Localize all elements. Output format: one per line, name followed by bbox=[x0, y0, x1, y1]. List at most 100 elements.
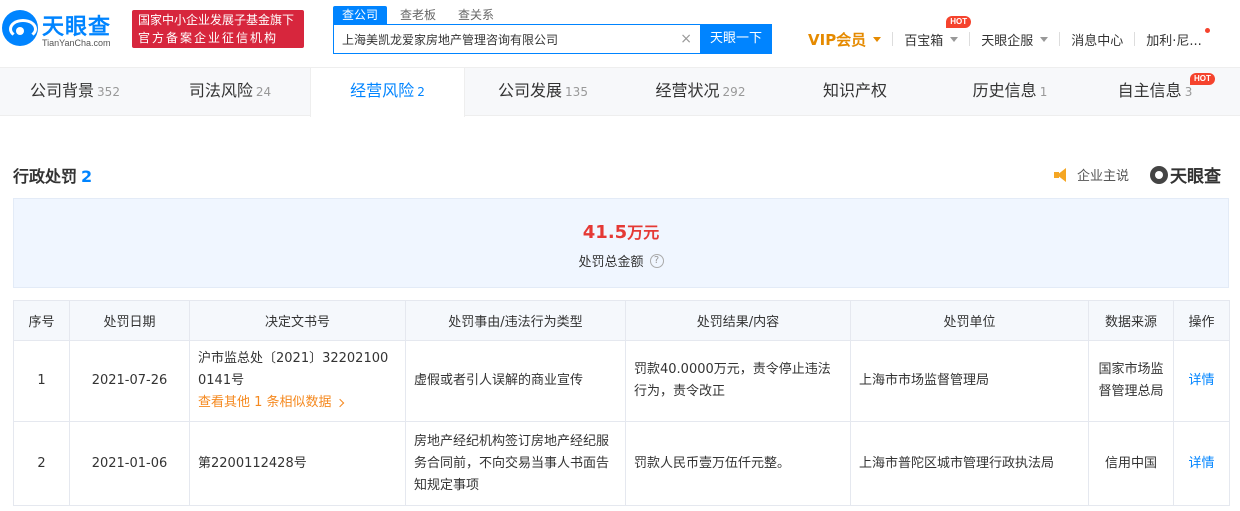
top-nav: VIP会员 百宝箱 HOT 天眼企服 消息中心 加利·尼... bbox=[808, 15, 1210, 50]
tab-operating-status[interactable]: 经营状况 292 bbox=[623, 68, 778, 115]
logo-text: 天眼查 bbox=[42, 15, 112, 40]
section-count: 2 bbox=[81, 167, 93, 186]
search-box: × bbox=[333, 24, 700, 54]
cell-source: 国家市场监督管理总局 bbox=[1088, 340, 1174, 422]
user-name: 加利·尼... bbox=[1146, 33, 1202, 49]
gov-badge: 国家中小企业发展子基金旗下 官方备案企业征信机构 bbox=[132, 10, 304, 48]
user-menu[interactable]: 加利·尼... bbox=[1146, 27, 1210, 49]
cell-result: 罚款40.0000万元，责令停止违法行为，责令改正 bbox=[625, 340, 851, 422]
gov-badge-line2: 官方备案企业征信机构 bbox=[138, 31, 279, 45]
similar-data-label: 查看其他 1 条相似数据 bbox=[198, 395, 332, 410]
enterprise-say-label: 企业主说 bbox=[1077, 169, 1130, 184]
cell-date: 2021-07-26 bbox=[69, 340, 190, 422]
tab-operating-risk[interactable]: 经营风险 2 bbox=[310, 68, 465, 117]
cell-date: 2021-01-06 bbox=[69, 421, 190, 506]
summary-label-text: 处罚总金额 bbox=[578, 255, 644, 270]
nav-divider bbox=[1059, 32, 1061, 46]
vip-label: VIP会员 bbox=[808, 30, 867, 49]
penalty-total-amount: 41.5万元 bbox=[14, 219, 1228, 243]
category-tabs: 公司背景 352 司法风险 24 经营风险 2 公司发展 135 经营状况 292 知识产… bbox=[0, 67, 1240, 117]
search-tab-relation[interactable]: 查关系 bbox=[449, 6, 503, 24]
tab-count: 1 bbox=[1039, 85, 1048, 99]
similar-data-link[interactable]: 查看其他 1 条相似数据 bbox=[198, 392, 344, 414]
watermark-text: 天眼查 bbox=[1170, 167, 1221, 187]
tab-company-background[interactable]: 公司背景 352 bbox=[0, 68, 150, 115]
tab-self-info[interactable]: 自主信息 3 HOT bbox=[1080, 68, 1230, 115]
col-header-source: 数据来源 bbox=[1088, 300, 1174, 341]
table-header-row: 序号 处罚日期 决定文书号 处罚事由/违法行为类型 处罚结果/内容 处罚单位 数… bbox=[13, 300, 1230, 341]
tab-label: 知识产权 bbox=[822, 81, 887, 100]
col-header-authority: 处罚单位 bbox=[850, 300, 1089, 341]
tab-company-development[interactable]: 公司发展 135 bbox=[468, 68, 618, 115]
eye-logo-icon bbox=[2, 10, 38, 46]
penalty-table: 序号 处罚日期 决定文书号 处罚事由/违法行为类型 处罚结果/内容 处罚单位 数… bbox=[13, 300, 1230, 506]
help-icon[interactable]: ? bbox=[649, 253, 664, 268]
chevron-down-icon bbox=[950, 36, 959, 42]
amount-value: 41.5 bbox=[582, 222, 628, 243]
penalty-summary: 41.5万元 处罚总金额 ? bbox=[13, 198, 1229, 288]
clear-icon[interactable]: × bbox=[680, 31, 692, 47]
enterprise-service-menu[interactable]: 天眼企服 bbox=[981, 30, 1049, 49]
tianyancha-logo[interactable]: 天眼查 TianYanCha.com bbox=[2, 7, 126, 51]
logo-subtext: TianYanCha.com bbox=[42, 38, 111, 48]
tab-intellectual-property[interactable]: 知识产权 bbox=[780, 68, 930, 115]
cell-doc: 第2200112428号 bbox=[189, 421, 406, 506]
cell-source: 信用中国 bbox=[1088, 421, 1174, 506]
toolbox-label: 百宝箱 bbox=[904, 33, 944, 49]
tab-count: 24 bbox=[255, 85, 272, 99]
gov-badge-line1: 国家中小企业发展子基金旗下 bbox=[138, 13, 295, 27]
tab-count: 3 bbox=[1184, 85, 1193, 99]
tab-history[interactable]: 历史信息 1 bbox=[935, 68, 1085, 115]
search-tab-company[interactable]: 查公司 bbox=[333, 6, 388, 24]
table-row: 2 2021-01-06 第2200112428号 房地产经纪机构签订房地产经纪… bbox=[13, 421, 1230, 506]
hot-badge: HOT bbox=[946, 15, 972, 28]
doc-number-line1: 第2200112428号 bbox=[198, 455, 307, 471]
cell-authority: 上海市普陀区城市管理行政执法局 bbox=[850, 421, 1089, 506]
search-input[interactable] bbox=[334, 25, 674, 53]
col-header-reason: 处罚事由/违法行为类型 bbox=[405, 300, 626, 341]
doc-number-line1: 沪市监总处〔2021〕32202100 bbox=[198, 351, 389, 366]
chevron-down-icon bbox=[873, 36, 882, 42]
tab-count: 292 bbox=[722, 85, 746, 99]
section-title: 行政处罚 2 bbox=[13, 163, 92, 187]
tab-label: 自主信息 bbox=[1117, 81, 1182, 100]
enterprise-service-label: 天眼企服 bbox=[981, 33, 1034, 49]
section-title-text: 行政处罚 bbox=[13, 167, 78, 186]
cell-reason: 虚假或者引人误解的商业宣传 bbox=[405, 340, 626, 422]
col-header-result: 处罚结果/内容 bbox=[625, 300, 851, 341]
toolbox-menu[interactable]: 百宝箱 HOT bbox=[904, 15, 972, 49]
col-header-action: 操作 bbox=[1173, 300, 1230, 341]
nav-divider bbox=[969, 32, 971, 46]
enterprise-say-link[interactable]: 企业主说 bbox=[1054, 165, 1129, 184]
details-link[interactable]: 详情 bbox=[1188, 456, 1214, 471]
tab-judicial-risk[interactable]: 司法风险 24 bbox=[155, 68, 305, 115]
table-row: 1 2021-07-26 沪市监总处〔2021〕32202100 0141号 查… bbox=[13, 340, 1230, 422]
tab-count: 135 bbox=[565, 85, 588, 99]
amount-unit: 万元 bbox=[627, 223, 660, 242]
notification-dot bbox=[1204, 27, 1210, 33]
search-type-tabs: 查公司 查老板 查关系 bbox=[333, 6, 507, 24]
hot-badge: HOT bbox=[1190, 73, 1215, 85]
eye-logo-icon bbox=[1150, 165, 1168, 184]
cell-no: 1 bbox=[13, 340, 70, 422]
penalty-total-label: 处罚总金额 ? bbox=[578, 251, 664, 270]
search-tab-boss[interactable]: 查老板 bbox=[391, 6, 445, 24]
doc-number-line2: 0141号 bbox=[198, 373, 245, 388]
col-header-no: 序号 bbox=[13, 300, 70, 341]
message-center-link[interactable]: 消息中心 bbox=[1071, 30, 1123, 49]
tab-label: 经营状况 bbox=[655, 81, 720, 100]
tab-label: 公司发展 bbox=[498, 81, 563, 100]
tab-count: 2 bbox=[417, 85, 425, 99]
col-header-doc: 决定文书号 bbox=[189, 300, 406, 341]
tab-label: 司法风险 bbox=[188, 81, 253, 100]
cell-result: 罚款人民币壹万伍仟元整。 bbox=[625, 421, 851, 506]
vip-member-menu[interactable]: VIP会员 bbox=[808, 29, 882, 50]
cell-reason: 房地产经纪机构签订房地产经纪服务合同前，不向交易当事人书面告知规定事项 bbox=[405, 421, 626, 506]
tab-label: 经营风险 bbox=[350, 81, 415, 100]
tab-label: 公司背景 bbox=[30, 81, 95, 100]
speaker-icon bbox=[1054, 167, 1070, 182]
details-link[interactable]: 详情 bbox=[1188, 373, 1214, 388]
top-header: 天眼查 TianYanCha.com 国家中小企业发展子基金旗下 官方备案企业征… bbox=[0, 0, 1240, 67]
search-button[interactable]: 天眼一下 bbox=[700, 24, 772, 54]
tab-count: 352 bbox=[97, 85, 120, 99]
